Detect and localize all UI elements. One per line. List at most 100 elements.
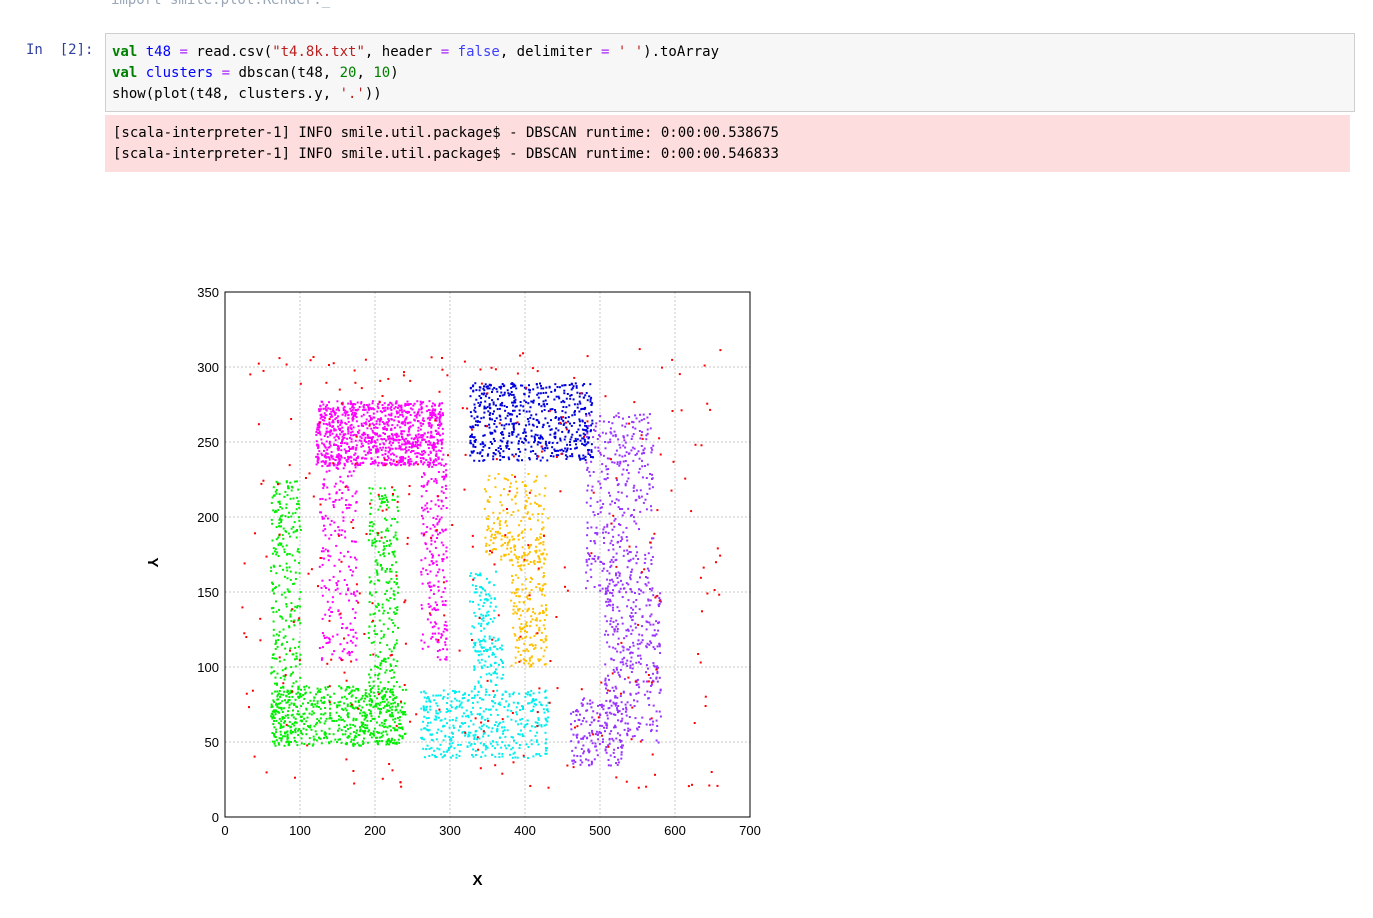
data-point <box>525 648 528 651</box>
data-point <box>288 743 291 746</box>
data-point <box>368 525 371 527</box>
data-point <box>352 470 355 473</box>
data-point <box>351 706 354 709</box>
data-point <box>576 406 579 409</box>
code-token: , delimiter <box>499 44 601 60</box>
data-point <box>501 697 504 700</box>
data-point <box>444 734 447 737</box>
data-point <box>299 529 302 531</box>
data-point <box>326 448 329 451</box>
data-point <box>293 624 296 627</box>
data-point <box>532 401 535 404</box>
data-point <box>375 420 378 423</box>
data-point <box>351 462 354 465</box>
data-point <box>323 419 326 422</box>
data-point <box>599 511 602 514</box>
data-point <box>650 563 653 565</box>
data-point <box>335 544 338 547</box>
data-point <box>527 473 530 475</box>
data-point <box>390 688 392 691</box>
data-point <box>538 701 541 704</box>
data-point <box>379 417 382 420</box>
data-point <box>493 597 496 600</box>
data-point <box>514 656 517 659</box>
data-point <box>609 503 612 506</box>
stderr-line: [scala-interpreter-1] INFO smile.util.pa… <box>113 125 779 141</box>
data-point <box>499 394 501 397</box>
data-point <box>291 685 294 688</box>
data-point <box>484 718 487 721</box>
data-point <box>437 712 440 715</box>
data-point <box>482 638 485 641</box>
data-point <box>382 623 385 626</box>
data-point <box>379 434 382 437</box>
data-point <box>525 578 527 581</box>
data-point <box>487 614 490 617</box>
data-point <box>576 403 579 406</box>
data-point <box>527 691 530 694</box>
data-point <box>506 440 509 443</box>
data-point <box>451 736 454 739</box>
data-point <box>328 462 331 465</box>
data-point <box>436 731 439 734</box>
data-point <box>428 409 431 412</box>
data-point <box>506 547 509 550</box>
data-point <box>605 600 608 603</box>
data-point <box>651 448 654 451</box>
data-point <box>476 713 479 716</box>
code-input-cell[interactable]: val t48 = read.csv("t4.8k.txt", header =… <box>105 33 1355 112</box>
data-point <box>359 729 362 732</box>
data-point <box>486 717 489 720</box>
data-point <box>623 436 625 439</box>
data-point <box>291 731 294 733</box>
data-point <box>442 689 445 692</box>
data-point <box>555 449 558 452</box>
data-point <box>612 561 615 564</box>
data-point <box>270 566 273 569</box>
data-point <box>489 648 492 651</box>
data-point <box>626 665 629 667</box>
data-point <box>432 562 435 564</box>
data-point <box>391 441 394 444</box>
data-point <box>454 719 457 722</box>
code-line: val clusters = dbscan(t48, 20, 10) <box>112 63 719 84</box>
data-point <box>444 641 447 644</box>
data-point <box>319 737 322 740</box>
data-point <box>292 531 295 534</box>
data-point <box>565 397 568 400</box>
data-point <box>627 507 630 510</box>
data-point <box>586 547 589 550</box>
data-point <box>333 650 336 653</box>
data-point <box>639 576 641 579</box>
data-point <box>412 450 415 452</box>
code-editor[interactable]: val t48 = read.csv("t4.8k.txt", header =… <box>112 42 719 105</box>
data-point <box>391 669 394 671</box>
data-point <box>622 708 625 711</box>
data-point <box>609 431 612 434</box>
data-point <box>378 731 381 734</box>
data-point <box>273 742 276 745</box>
data-point <box>571 433 574 436</box>
data-point <box>324 731 327 734</box>
data-point <box>590 526 593 529</box>
data-point <box>472 443 475 446</box>
data-point <box>492 542 495 545</box>
data-point <box>396 609 399 611</box>
data-point <box>343 579 346 581</box>
data-point <box>386 406 389 409</box>
data-point <box>562 424 565 426</box>
data-point <box>604 615 607 618</box>
data-point <box>280 519 283 521</box>
data-point <box>626 734 629 737</box>
data-point <box>397 435 400 438</box>
data-point <box>275 739 278 742</box>
data-point <box>373 426 376 429</box>
data-point <box>607 589 609 592</box>
data-point <box>375 606 378 609</box>
data-point <box>550 408 553 411</box>
data-point <box>499 445 502 448</box>
data-point <box>561 430 564 433</box>
data-point <box>493 696 495 698</box>
data-point <box>354 725 357 728</box>
